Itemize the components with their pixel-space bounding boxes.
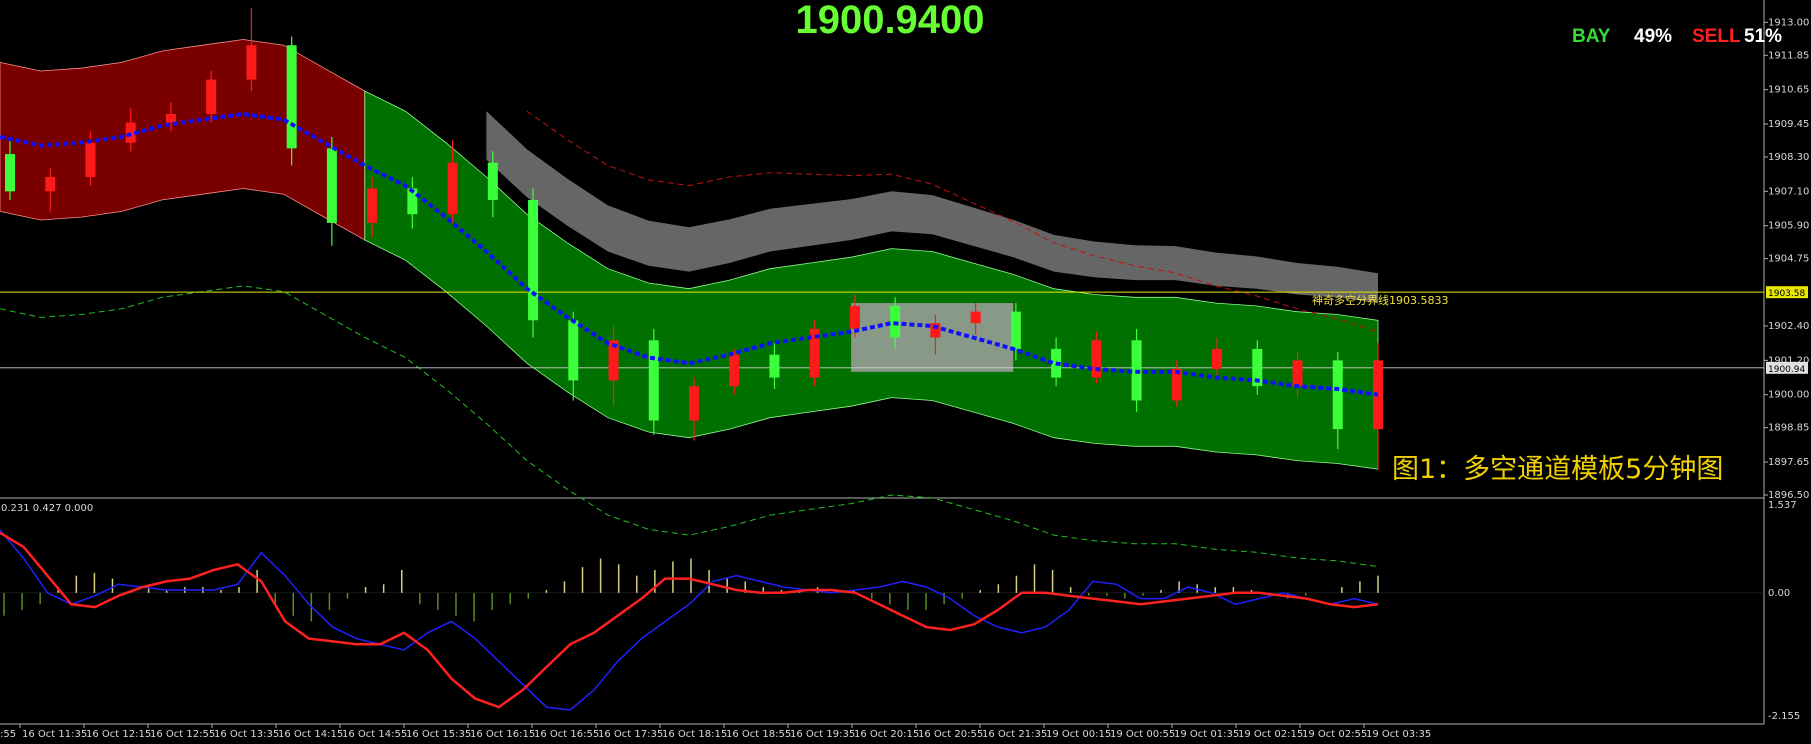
candle-body: [165, 113, 176, 123]
x-tick-label: 16 Oct 13:35: [214, 729, 279, 740]
x-tick-label: 16 Oct 11:35: [22, 729, 87, 740]
candle-body: [5, 154, 15, 192]
candle-body: [729, 354, 740, 387]
bull-channel: [0, 39, 366, 241]
candle-body: [568, 320, 579, 381]
candle-body: [1292, 360, 1303, 387]
candle-body: [487, 162, 498, 200]
candle-body: [85, 142, 96, 178]
candle-body: [769, 354, 780, 378]
current-price-tag-text: 1900.94: [1768, 365, 1805, 375]
x-tick-label: 19 Oct 02:15: [1238, 729, 1303, 740]
candle-body: [367, 188, 378, 223]
y-tick-label: 1911.85: [1768, 50, 1809, 61]
x-tick-label: 19 Oct 01:35: [1174, 729, 1239, 740]
x-tick-label: 16 Oct 21:35: [982, 729, 1047, 740]
x-tick-label: 16 Oct 12:55: [150, 729, 215, 740]
y-tick-label: 1902.40: [1768, 321, 1809, 332]
candle-body: [447, 162, 458, 215]
x-tick-label: 16 Oct 16:15: [470, 729, 535, 740]
candle-body: [326, 148, 337, 223]
candle-body: [528, 199, 539, 321]
boundary-label: 神奇多空分界线1903.5833: [1312, 293, 1448, 307]
y-tick-label: 1904.75: [1768, 254, 1809, 265]
x-tick-label: 19 Oct 00:55: [1110, 729, 1175, 740]
x-tick-label: 16 Oct 18:55: [726, 729, 791, 740]
signal-line: [0, 531, 1379, 709]
x-label-leading: :55: [0, 729, 16, 740]
candle-body: [1010, 311, 1021, 349]
candle-body: [1091, 340, 1102, 378]
sell-label: SELL: [1692, 26, 1741, 47]
y-tick-label: 1907.10: [1768, 186, 1809, 197]
chart-window: 1913.00 1911.85 1910.65 1909.45 1908.30 1907.…: [0, 0, 1811, 744]
candle-body: [689, 386, 699, 421]
x-tick-label: 16 Oct 15:35: [406, 729, 471, 740]
bay-percent: 49%: [1634, 26, 1672, 47]
macd-y-tick-label: 1.537: [1768, 500, 1797, 511]
y-tick-label: 1910.65: [1768, 85, 1809, 96]
x-tick-label: 16 Oct 14:55: [342, 729, 407, 740]
x-tick-label: 19 Oct 00:15: [1046, 729, 1111, 740]
macd-values-label: 0.231 0.427 0.000: [1, 503, 93, 514]
y-tick-label: 1898.85: [1768, 423, 1809, 434]
x-tick-label: 16 Oct 12:15: [86, 729, 151, 740]
x-tick-label: 19 Oct 03:35: [1366, 729, 1431, 740]
candle-body: [45, 177, 56, 192]
price-chart: 1913.001911.851910.651909.451908.301907.…: [0, 0, 1809, 740]
candle-body: [246, 45, 257, 80]
candle-body: [970, 311, 981, 324]
macd-y-tick-label: 0.00: [1768, 588, 1790, 599]
y-tick-label: 1900.00: [1768, 390, 1809, 401]
chart-caption: 图1：多空通道模板5分钟图: [1392, 454, 1723, 485]
x-tick-label: 16 Oct 16:55: [534, 729, 599, 740]
candle-body: [648, 340, 659, 421]
x-tick-label: 16 Oct 20:55: [918, 729, 983, 740]
candle-body: [1212, 348, 1223, 369]
boundary-price-tag-text: 1903.58: [1768, 289, 1805, 299]
x-tick-label: 16 Oct 14:15: [278, 729, 343, 740]
candle-body: [286, 45, 297, 149]
x-tick-label: 16 Oct 19:35: [790, 729, 855, 740]
x-tick-label: 16 Oct 20:15: [854, 729, 919, 740]
y-tick-label: 1897.65: [1768, 457, 1809, 468]
candle-body: [849, 305, 860, 329]
y-tick-label: 1908.30: [1768, 152, 1809, 163]
x-tick-label: 19 Oct 02:55: [1302, 729, 1367, 740]
x-tick-label: 16 Oct 17:35: [598, 729, 663, 740]
bay-label: BAY: [1572, 26, 1611, 47]
y-tick-label: 1905.90: [1768, 221, 1809, 232]
y-tick-label: 1909.45: [1768, 119, 1809, 130]
sell-percent: 51%: [1744, 26, 1782, 47]
candle-body: [1332, 360, 1343, 430]
x-tick-label: 16 Oct 18:15: [662, 729, 727, 740]
macd-panel: [0, 529, 1764, 711]
price-axis: 1913.001911.851910.651909.451908.301907.…: [1764, 17, 1809, 722]
macd-y-tick-label: -2.155: [1768, 711, 1800, 722]
macd-line: [0, 529, 1379, 711]
current-price-display: 1900.9400: [795, 0, 984, 42]
candle-body: [206, 79, 217, 114]
time-axis: 16 Oct 11:3516 Oct 12:1516 Oct 12:5516 O…: [19, 724, 1431, 740]
